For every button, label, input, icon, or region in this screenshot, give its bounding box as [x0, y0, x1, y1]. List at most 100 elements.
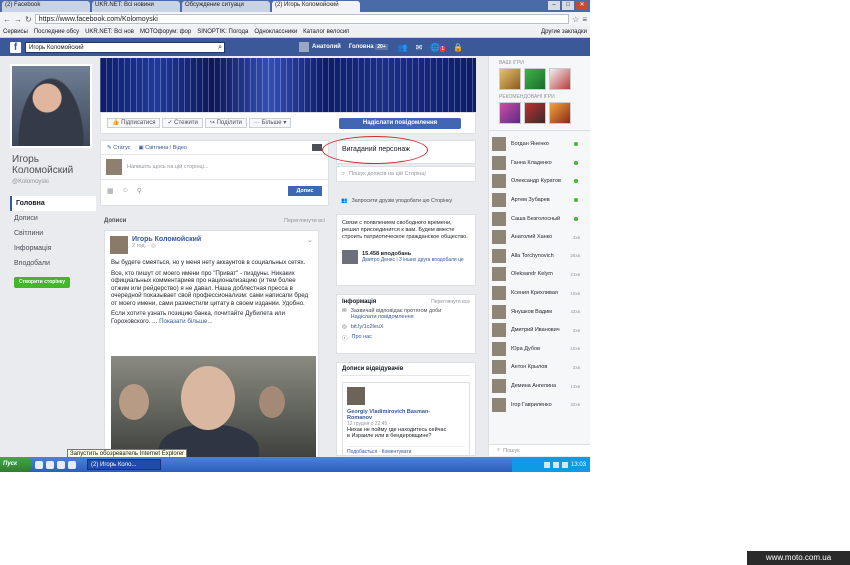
game-icon[interactable] [549, 102, 571, 124]
show-more-link[interactable]: Показати більше... [159, 318, 213, 325]
tab-discussion[interactable]: Обсуждение ситуаци [182, 1, 270, 12]
friend-item[interactable]: Ганна Кладенко [489, 154, 590, 173]
friend-item[interactable]: Oleksandr Kelym 21хв [489, 265, 590, 284]
close-icon[interactable]: ✕ [576, 1, 588, 10]
friend-item[interactable]: Юра Дубов 15хв [489, 340, 590, 359]
share-button[interactable]: ↪ Поділити [204, 118, 247, 128]
back-icon[interactable]: ← [3, 15, 11, 24]
likes-count[interactable]: 15.458 вподобань [362, 251, 411, 257]
menu-icon[interactable]: ≡ [582, 15, 587, 24]
post-photo[interactable] [111, 356, 316, 461]
friend-item[interactable]: Янушков Вадим 43хв [489, 302, 590, 321]
maximize-icon[interactable]: □ [562, 1, 574, 10]
send-message-link[interactable]: Надіслати повідомлення [351, 314, 442, 320]
about-us-link[interactable]: Про нас [352, 334, 372, 342]
bookmark-catalog[interactable]: Каталог велосип [303, 29, 349, 35]
messages-icon[interactable]: ✉ [416, 43, 423, 52]
game-icon[interactable] [499, 102, 521, 124]
info-view-all-link[interactable]: Переглянути все [431, 299, 470, 305]
avatar[interactable] [347, 387, 365, 405]
friend-item[interactable]: Демина Ангелина 13хв [489, 377, 590, 396]
facebook-logo-icon[interactable]: f [10, 41, 21, 53]
post-time[interactable]: 2 год. · ◎ [132, 243, 201, 249]
bookmark-odnoklassniki[interactable]: Одноклассники [254, 29, 297, 35]
quicklaunch-icon[interactable] [57, 460, 65, 469]
more-button[interactable]: ··· Більше ▾ [248, 118, 292, 128]
chevron-down-icon[interactable]: ⌄ [307, 236, 313, 244]
tab-status[interactable]: ✎ Статус [107, 145, 131, 151]
lock-icon[interactable]: 🔒 [453, 43, 463, 52]
quicklaunch-icon[interactable] [68, 460, 76, 469]
subscribe-button[interactable]: 👍 Підписатися [107, 118, 161, 128]
reload-icon[interactable]: ↻ [25, 15, 32, 24]
nav-likes[interactable]: Вподобали [10, 256, 96, 271]
visitor-post-actions[interactable]: Подобається · Коментувати [347, 446, 465, 455]
friend-item[interactable]: Alla Torchynovich 26хв [489, 247, 590, 266]
follow-button[interactable]: ✓ Стежити [162, 118, 203, 128]
tag-icon[interactable]: ☺ [122, 187, 129, 194]
search-icon[interactable]: ⌕ [218, 43, 222, 53]
friend-item[interactable]: Богдан Яненко [489, 135, 590, 154]
location-icon[interactable]: ⚲ [137, 187, 142, 195]
bookmark-ukrnet[interactable]: UKR.NET: Всі нов [85, 29, 134, 35]
game-icon[interactable] [499, 68, 521, 90]
home-link[interactable]: Головна 20+ [349, 44, 388, 50]
bookmark-other[interactable]: Другие закладки [541, 29, 590, 35]
friend-item[interactable]: Саша Безголосный [489, 209, 590, 228]
friend-item[interactable]: Анатолий Ханко 4хв [489, 228, 590, 247]
friend-item[interactable]: Олександр Куратов [489, 172, 590, 191]
bookmark-services[interactable]: Сервисы [3, 29, 28, 35]
page-posts-search[interactable]: ⌕ Пошук дописів на цій Сторінці [336, 166, 476, 182]
minimize-icon[interactable]: – [548, 1, 560, 10]
nav-posts[interactable]: Дописи [10, 211, 96, 226]
post-button[interactable]: Допис [288, 185, 322, 196]
friend-item[interactable]: Артем Зубарев [489, 191, 590, 210]
visitor-name[interactable]: Georgiy Vladimirovich Basman-Romanov [347, 409, 447, 421]
taskbar-window[interactable]: (2) Игорь Коло... [87, 459, 161, 470]
cover-photo[interactable] [100, 58, 476, 112]
friends-icon[interactable]: 👥 [398, 43, 408, 52]
tab-kolomoyski[interactable]: (2) Игорь Коломойский [272, 1, 360, 12]
page-switch-icon[interactable] [312, 144, 322, 151]
bookmark-latest[interactable]: Последние обсу [34, 29, 79, 35]
bookmark-motoforum[interactable]: МОТОфорум: фор [140, 29, 191, 35]
create-page-button[interactable]: Створити сторінку [14, 277, 70, 288]
tab-photo[interactable]: ▣ Світлина / Відео [139, 145, 187, 151]
friend-item[interactable]: Ігор Гавриленко 32хв [489, 395, 590, 414]
profile-picture[interactable] [10, 64, 92, 148]
forward-icon[interactable]: → [14, 15, 22, 24]
nav-home[interactable]: Головна [10, 196, 96, 211]
tab-facebook[interactable]: (2) Facebook [2, 1, 90, 12]
game-icon[interactable] [524, 68, 546, 90]
website-link[interactable]: bit.ly/1c2leuX [351, 324, 384, 330]
tab-ukrnet[interactable]: UKR.NET: Всі новини [92, 1, 180, 12]
send-message-button[interactable]: Надіслати повідомлення [339, 117, 461, 129]
invite-friends[interactable]: 👥 Запросити друзів уподобати цю Сторінку [336, 190, 476, 212]
star-icon[interactable]: ☆ [572, 15, 579, 24]
camera-icon[interactable]: ▦ [107, 187, 114, 195]
avatar[interactable] [110, 236, 128, 254]
quicklaunch-icon[interactable] [46, 460, 54, 469]
chat-search-input[interactable]: ⌕ Пошук [489, 444, 590, 456]
friend-item[interactable]: Дмитрий Иванович 3хв [489, 321, 590, 340]
quicklaunch-icon[interactable] [35, 460, 43, 469]
nav-photos[interactable]: Світлини [10, 226, 96, 241]
notifications-icon[interactable]: 🌐1 [430, 43, 446, 52]
view-all-posts-link[interactable]: Переглянути всі [284, 218, 325, 224]
nav-info[interactable]: Інформація [10, 241, 96, 256]
friend-item[interactable]: Антон Крылов 2хв [489, 358, 590, 377]
tray-icon[interactable] [543, 461, 550, 468]
bookmark-sinoptik[interactable]: SINOPTIK: Погода [197, 29, 248, 35]
game-icon[interactable] [524, 102, 546, 124]
composer-input[interactable]: Напишіть щось на цій сторінці... [101, 155, 328, 179]
user-link[interactable]: Анатолий [299, 42, 341, 52]
tray-icon[interactable] [552, 461, 559, 468]
url-input[interactable]: https://www.facebook.com/Kolomoyski [34, 14, 570, 24]
game-icon[interactable] [549, 68, 571, 90]
friend-item[interactable]: Ксения Крихливая 19хв [489, 284, 590, 303]
post-author[interactable]: Игорь Коломойский [132, 236, 201, 243]
fb-search-input[interactable]: Игорь Коломойский ⌕ [25, 41, 225, 53]
start-button[interactable]: Пуск [0, 457, 32, 472]
friends-liked[interactable]: Дмитро Денис і 3 інших друга вподобали ц… [362, 257, 464, 264]
tray-icon[interactable] [561, 461, 568, 468]
